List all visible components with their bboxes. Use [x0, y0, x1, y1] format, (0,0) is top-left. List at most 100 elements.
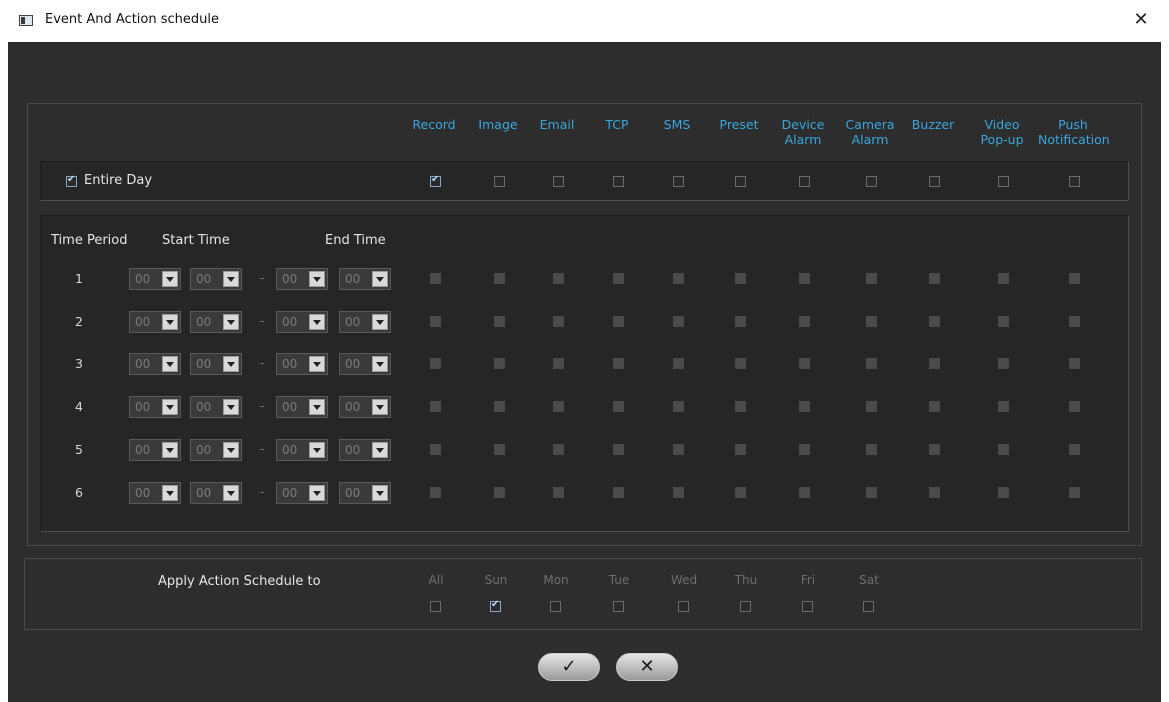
period-device-checkbox[interactable]: [799, 444, 810, 455]
dropdown-arrow-icon[interactable]: [309, 356, 325, 372]
entire-day-camera-checkbox[interactable]: [866, 176, 877, 187]
period-preset-checkbox[interactable]: [735, 401, 746, 412]
period-tcp-checkbox[interactable]: [613, 487, 624, 498]
dropdown-arrow-icon[interactable]: [309, 314, 325, 330]
period-sms-checkbox[interactable]: [673, 273, 684, 284]
entire-day-tcp-checkbox[interactable]: [613, 176, 624, 187]
period-video-checkbox[interactable]: [998, 401, 1009, 412]
dropdown-arrow-icon[interactable]: [309, 442, 325, 458]
dropdown-arrow-icon[interactable]: [162, 314, 178, 330]
period-device-checkbox[interactable]: [799, 401, 810, 412]
period-record-checkbox[interactable]: [430, 273, 441, 284]
end-minute-select[interactable]: 00: [339, 482, 391, 504]
period-tcp-checkbox[interactable]: [613, 401, 624, 412]
end-minute-select[interactable]: 00: [339, 353, 391, 375]
period-preset-checkbox[interactable]: [735, 358, 746, 369]
entire-day-device-checkbox[interactable]: [799, 176, 810, 187]
start-hour-select[interactable]: 00: [129, 439, 181, 461]
period-camera-checkbox[interactable]: [866, 316, 877, 327]
period-email-checkbox[interactable]: [553, 444, 564, 455]
period-push-checkbox[interactable]: [1069, 316, 1080, 327]
period-preset-checkbox[interactable]: [735, 316, 746, 327]
period-image-checkbox[interactable]: [494, 316, 505, 327]
day-checkbox-wed[interactable]: [678, 601, 689, 612]
dropdown-arrow-icon[interactable]: [162, 271, 178, 287]
period-push-checkbox[interactable]: [1069, 444, 1080, 455]
dropdown-arrow-icon[interactable]: [162, 442, 178, 458]
entire-day-sms-checkbox[interactable]: [673, 176, 684, 187]
day-checkbox-fri[interactable]: [802, 601, 813, 612]
period-camera-checkbox[interactable]: [866, 401, 877, 412]
entire-day-email-checkbox[interactable]: [553, 176, 564, 187]
start-hour-select[interactable]: 00: [129, 268, 181, 290]
dropdown-arrow-icon[interactable]: [372, 485, 388, 501]
start-minute-select[interactable]: 00: [190, 396, 242, 418]
period-record-checkbox[interactable]: [430, 316, 441, 327]
period-tcp-checkbox[interactable]: [613, 358, 624, 369]
period-image-checkbox[interactable]: [494, 444, 505, 455]
period-preset-checkbox[interactable]: [735, 273, 746, 284]
entire-day-checkbox[interactable]: [66, 174, 77, 187]
start-minute-select[interactable]: 00: [190, 439, 242, 461]
day-checkbox-sat[interactable]: [863, 601, 874, 612]
end-hour-select[interactable]: 00: [276, 268, 328, 290]
period-push-checkbox[interactable]: [1069, 487, 1080, 498]
end-hour-select[interactable]: 00: [276, 482, 328, 504]
period-device-checkbox[interactable]: [799, 273, 810, 284]
period-sms-checkbox[interactable]: [673, 316, 684, 327]
period-video-checkbox[interactable]: [998, 316, 1009, 327]
period-image-checkbox[interactable]: [494, 358, 505, 369]
end-minute-select[interactable]: 00: [339, 268, 391, 290]
entire-day-buzzer-checkbox[interactable]: [929, 176, 940, 187]
period-image-checkbox[interactable]: [494, 487, 505, 498]
period-email-checkbox[interactable]: [553, 401, 564, 412]
period-image-checkbox[interactable]: [494, 273, 505, 284]
start-hour-select[interactable]: 00: [129, 482, 181, 504]
period-sms-checkbox[interactable]: [673, 487, 684, 498]
day-checkbox-tue[interactable]: [613, 601, 624, 612]
day-checkbox-sun[interactable]: [490, 599, 501, 612]
period-preset-checkbox[interactable]: [735, 487, 746, 498]
period-sms-checkbox[interactable]: [673, 401, 684, 412]
period-preset-checkbox[interactable]: [735, 444, 746, 455]
period-device-checkbox[interactable]: [799, 316, 810, 327]
period-record-checkbox[interactable]: [430, 401, 441, 412]
period-buzzer-checkbox[interactable]: [929, 401, 940, 412]
end-minute-select[interactable]: 00: [339, 396, 391, 418]
period-video-checkbox[interactable]: [998, 358, 1009, 369]
start-hour-select[interactable]: 00: [129, 396, 181, 418]
period-push-checkbox[interactable]: [1069, 401, 1080, 412]
period-camera-checkbox[interactable]: [866, 273, 877, 284]
period-email-checkbox[interactable]: [553, 487, 564, 498]
dropdown-arrow-icon[interactable]: [162, 399, 178, 415]
dropdown-arrow-icon[interactable]: [372, 442, 388, 458]
end-hour-select[interactable]: 00: [276, 396, 328, 418]
ok-button[interactable]: ✓: [538, 653, 600, 681]
dropdown-arrow-icon[interactable]: [162, 485, 178, 501]
period-camera-checkbox[interactable]: [866, 358, 877, 369]
dropdown-arrow-icon[interactable]: [372, 399, 388, 415]
dropdown-arrow-icon[interactable]: [309, 485, 325, 501]
period-record-checkbox[interactable]: [430, 487, 441, 498]
end-hour-select[interactable]: 00: [276, 439, 328, 461]
end-hour-select[interactable]: 00: [276, 311, 328, 333]
dropdown-arrow-icon[interactable]: [162, 356, 178, 372]
dropdown-arrow-icon[interactable]: [372, 356, 388, 372]
dropdown-arrow-icon[interactable]: [372, 271, 388, 287]
close-icon[interactable]: ✕: [1129, 8, 1153, 32]
period-email-checkbox[interactable]: [553, 358, 564, 369]
dropdown-arrow-icon[interactable]: [309, 271, 325, 287]
period-video-checkbox[interactable]: [998, 273, 1009, 284]
start-minute-select[interactable]: 00: [190, 311, 242, 333]
dropdown-arrow-icon[interactable]: [223, 356, 239, 372]
period-sms-checkbox[interactable]: [673, 444, 684, 455]
start-minute-select[interactable]: 00: [190, 268, 242, 290]
period-buzzer-checkbox[interactable]: [929, 444, 940, 455]
period-record-checkbox[interactable]: [430, 358, 441, 369]
dropdown-arrow-icon[interactable]: [223, 442, 239, 458]
day-checkbox-thu[interactable]: [740, 601, 751, 612]
end-hour-select[interactable]: 00: [276, 353, 328, 375]
period-buzzer-checkbox[interactable]: [929, 273, 940, 284]
dropdown-arrow-icon[interactable]: [223, 485, 239, 501]
end-minute-select[interactable]: 00: [339, 311, 391, 333]
